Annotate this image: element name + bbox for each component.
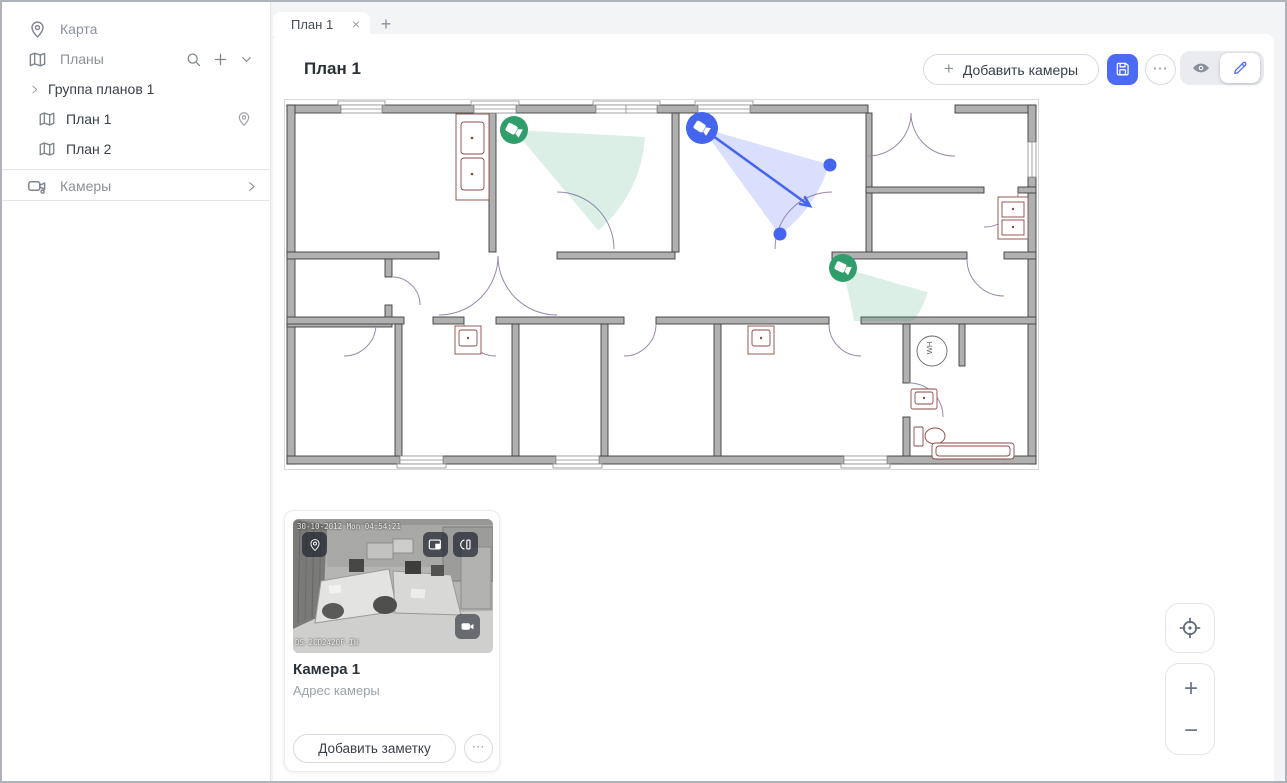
panorama-icon [458, 537, 473, 552]
shown-on-plan-pin-icon [236, 111, 252, 127]
eye-icon [1191, 58, 1211, 78]
sidebar-item-label: План 1 [66, 111, 111, 127]
divider [2, 200, 270, 201]
osd-timestamp: 30-10-2012 Mon 04:54:21 [297, 522, 401, 531]
pencil-icon [1231, 59, 1249, 77]
add-cameras-button[interactable]: + Добавить камеры [923, 54, 1099, 85]
chevron-right-icon[interactable] [245, 180, 258, 193]
sidebar-item-label: Группа планов 1 [48, 81, 154, 97]
more-options-button[interactable]: ⋯ [1145, 54, 1176, 85]
sidebar-item-plans[interactable]: Планы [2, 44, 270, 74]
map-icon [38, 140, 56, 158]
center-plan-button[interactable] [1165, 603, 1215, 653]
zoom-out-button[interactable]: − [1166, 708, 1216, 754]
chevron-right-icon[interactable] [29, 84, 40, 95]
edit-mode-button[interactable] [1220, 53, 1260, 83]
add-plan-icon[interactable] [212, 51, 229, 68]
page-title: План 1 [304, 59, 361, 79]
map-icon [38, 110, 56, 128]
water-heater-label: WH [925, 342, 934, 355]
pin-icon [308, 538, 322, 552]
camera-address: Адрес камеры [293, 683, 380, 698]
map-icon [28, 50, 47, 69]
card-more-button[interactable]: ⋯ [464, 734, 493, 763]
view-mode-button-thumb[interactable] [453, 532, 478, 557]
save-floppy-icon [1113, 60, 1132, 79]
add-cameras-label: Добавить камеры [963, 62, 1078, 78]
save-button[interactable] [1107, 54, 1138, 85]
open-in-window-button[interactable] [423, 532, 448, 557]
video-camera-icon [460, 619, 475, 634]
sidebar-item-label: Камеры [60, 178, 111, 194]
sidebar-item-plan-group[interactable]: Группа планов 1 [2, 74, 270, 104]
zoom-in-button[interactable]: + [1166, 666, 1216, 712]
sidebar: Карта Планы Группа [2, 2, 270, 781]
fov-handle[interactable] [824, 159, 837, 172]
video-stream-badge [455, 614, 480, 639]
ellipsis-icon: ⋯ [1153, 59, 1169, 77]
camera-thumbnail[interactable]: 30-10-2012 Mon 04:54:21 DS-2CD2420F-IW [293, 519, 493, 653]
pip-icon [428, 537, 443, 552]
osd-camera-model: DS-2CD2420F-IW [295, 638, 358, 647]
ellipsis-icon: ⋯ [472, 739, 486, 755]
sidebar-item-plan2[interactable]: План 2 [2, 134, 270, 164]
view-mode-button[interactable] [1180, 58, 1222, 78]
map-pin-icon [28, 20, 47, 39]
floor-plan[interactable]: WH [284, 99, 1039, 470]
tab-close-icon[interactable]: × [352, 17, 360, 31]
sidebar-item-cameras[interactable]: Камеры [2, 171, 270, 201]
app-window: Карта Планы Группа [0, 0, 1287, 783]
show-on-plan-button[interactable] [302, 532, 327, 557]
chevron-down-icon[interactable] [239, 52, 254, 67]
sidebar-item-label: Планы [60, 51, 104, 67]
view-edit-toggle [1180, 51, 1264, 85]
search-icon[interactable] [185, 51, 202, 68]
sidebar-item-label: План 2 [66, 141, 111, 157]
fov-handle[interactable] [774, 228, 787, 241]
add-note-button[interactable]: Добавить заметку [293, 734, 456, 763]
zoom-controls: + − [1165, 663, 1215, 755]
tab-plan1[interactable]: План 1 × [273, 12, 370, 36]
sidebar-item-map[interactable]: Карта [2, 14, 270, 44]
locate-icon [1178, 616, 1202, 640]
tab-label: План 1 [291, 17, 333, 32]
new-tab-button[interactable]: + [376, 14, 396, 34]
sidebar-item-plan1[interactable]: План 1 [2, 104, 270, 134]
camera-name: Камера 1 [293, 661, 360, 678]
sidebar-item-label: Карта [60, 21, 97, 37]
cameras-icon [27, 176, 47, 196]
divider [2, 169, 270, 170]
plus-icon: + [944, 59, 954, 79]
camera-card[interactable]: 30-10-2012 Mon 04:54:21 DS-2CD2420F-IW К… [284, 510, 500, 772]
